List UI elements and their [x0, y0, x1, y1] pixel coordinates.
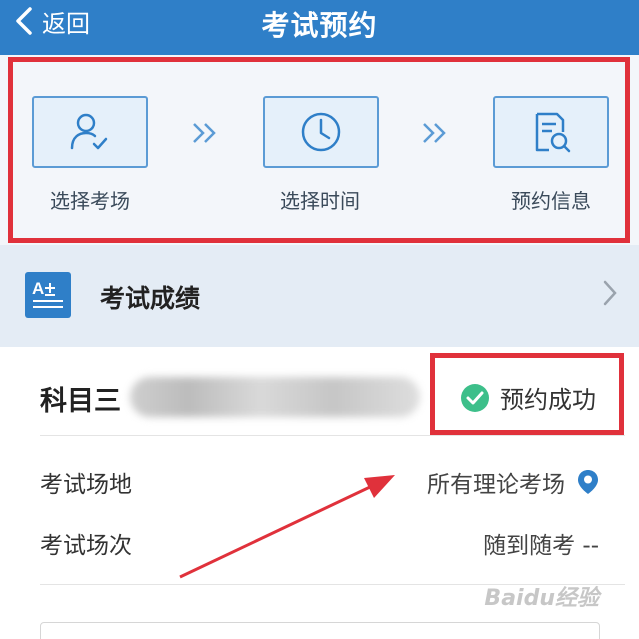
- session-label: 考试场次: [40, 533, 132, 559]
- exam-score-row[interactable]: A 考试成绩: [0, 245, 639, 347]
- user-check-icon: [70, 113, 108, 150]
- check-circle-icon: [461, 383, 489, 412]
- double-chevron-icon: [193, 123, 216, 143]
- booking-steps: 选择考场 选择时间 预约信息: [0, 55, 639, 245]
- svg-text:A: A: [32, 279, 44, 298]
- watermark: Baidu经验: [484, 586, 599, 611]
- status-badge: 预约成功: [460, 380, 596, 415]
- document-search-icon: [535, 112, 571, 153]
- step-select-venue[interactable]: [32, 96, 148, 168]
- step-label-time: 选择时间: [280, 189, 360, 213]
- divider: [40, 435, 625, 436]
- header-bar: 返回 考试预约: [0, 0, 639, 55]
- chevron-right-icon: [603, 280, 617, 306]
- step-booking-info[interactable]: [493, 96, 609, 168]
- next-card: [40, 622, 600, 639]
- step-label-info: 预约信息: [511, 189, 591, 213]
- clock-icon: [301, 112, 341, 152]
- step-label-venue: 选择考场: [50, 189, 130, 213]
- location-pin-icon[interactable]: [577, 469, 599, 495]
- subject-title: 科目三: [40, 386, 121, 417]
- status-text: 预约成功: [500, 386, 596, 414]
- grade-icon: A: [25, 272, 71, 318]
- session-value: 随到随考 --: [483, 533, 599, 559]
- step-select-time[interactable]: [263, 96, 379, 168]
- venue-value: 所有理论考场: [427, 465, 599, 499]
- redacted-info: [130, 377, 420, 417]
- page-title: 考试预约: [261, 9, 378, 42]
- exam-score-label: 考试成绩: [100, 284, 201, 313]
- double-chevron-icon: [423, 123, 446, 143]
- venue-value-text: 所有理论考场: [427, 472, 565, 498]
- venue-label: 考试场地: [40, 472, 132, 498]
